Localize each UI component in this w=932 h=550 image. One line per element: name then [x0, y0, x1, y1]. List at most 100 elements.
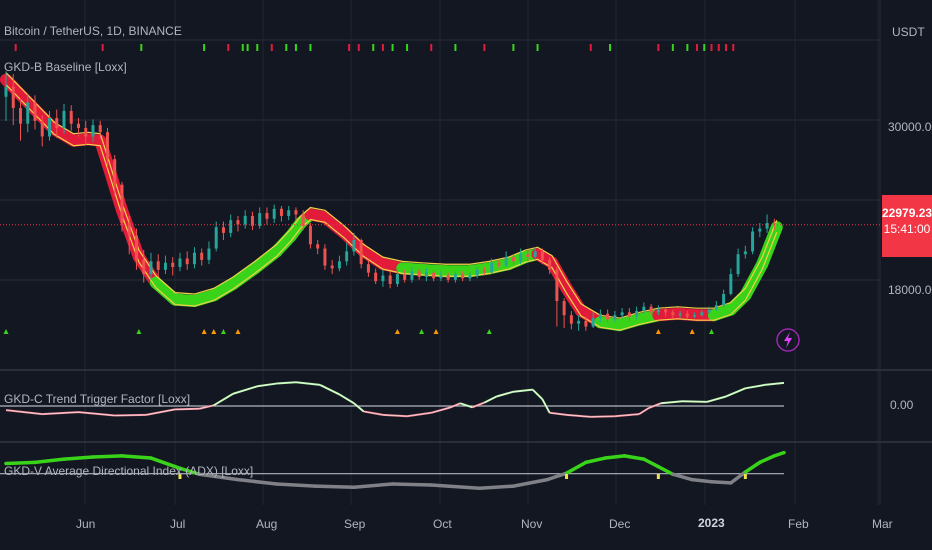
candle-body [113, 159, 117, 185]
signal-tick [686, 44, 689, 51]
adx-segment [642, 457, 661, 469]
candle-body [265, 213, 269, 219]
signal-tick [285, 44, 288, 51]
indicator-ttf-label[interactable]: GKD-C Trend Trigger Factor [Loxx] [4, 392, 190, 406]
signal-triangle [220, 329, 226, 334]
trading-chart[interactable]: Bitcoin / TetherUS, 1D, BINANCE GKD-B Ba… [0, 0, 932, 550]
adx-segment [690, 477, 714, 484]
signal-tick [732, 44, 735, 51]
signal-tick [391, 44, 394, 51]
adx-segment [758, 454, 777, 465]
adx-segment [91, 454, 124, 459]
candle-body [330, 265, 334, 269]
ttf-zero-label: 0.00 [890, 398, 914, 412]
candle-body [765, 223, 769, 229]
adx-segment [564, 460, 588, 475]
signal-triangle [394, 329, 400, 334]
adx-segment [584, 456, 607, 465]
candle-body [345, 251, 349, 262]
candle-body [178, 258, 182, 267]
adx-segment [33, 457, 66, 465]
adx-segment [511, 477, 549, 488]
candle-body [642, 306, 646, 311]
candle-body [221, 227, 225, 233]
candle-body [497, 262, 501, 266]
candle-body [156, 261, 160, 270]
candle-body [192, 252, 196, 265]
candle-body [714, 305, 718, 310]
adx-segment [390, 482, 433, 487]
candle-body [403, 274, 407, 280]
candle-body [613, 315, 617, 320]
candle-body [540, 251, 544, 260]
candle-body [555, 269, 559, 302]
signal-tick [294, 44, 297, 51]
candle-body [33, 102, 37, 121]
candle-body [671, 312, 675, 316]
candle-body [649, 306, 653, 313]
candle-body [707, 309, 711, 313]
adx-segment [120, 454, 153, 460]
adx-segment [429, 483, 482, 491]
candle-body [461, 274, 465, 279]
signal-triangle [486, 329, 492, 334]
signal-tick [348, 44, 351, 51]
candle-body [664, 309, 668, 313]
indicator-adx-label[interactable]: GKD-V Average Directional Index (ADX) [L… [4, 464, 253, 478]
candle-body [635, 310, 639, 317]
signal-tick [512, 44, 515, 51]
time-label: Sep [344, 517, 366, 531]
time-label: Dec [609, 517, 631, 531]
candle-body [171, 262, 175, 267]
candle-body [736, 254, 740, 275]
signal-triangles [3, 329, 715, 334]
candle-body [69, 110, 73, 124]
candle-body [627, 312, 631, 317]
candle-body [337, 261, 341, 269]
lightning-bolt [784, 332, 792, 348]
candle-body [598, 313, 602, 319]
candle-body [410, 271, 414, 280]
candle-body [656, 309, 660, 313]
signal-tick [372, 44, 375, 51]
signal-tick [227, 44, 230, 51]
signal-triangle [419, 329, 425, 334]
price-tick-label: 30000.00 [888, 120, 932, 134]
time-label-year: 2023 [698, 516, 725, 530]
candle-body [91, 125, 95, 137]
price-tick-label: 18000.00 [888, 283, 932, 297]
signal-tick [256, 44, 259, 51]
currency-label: USDT [892, 25, 925, 39]
candle-body [352, 240, 356, 252]
signal-triangle [433, 329, 439, 334]
candle-body [758, 228, 762, 232]
time-label: Jul [170, 517, 186, 531]
candle-body [163, 262, 167, 270]
candle-body [98, 125, 102, 133]
candle-body [26, 102, 30, 124]
candle-body [562, 301, 566, 316]
time-label: Aug [256, 517, 278, 531]
candle-body [287, 210, 291, 216]
time-label: Oct [433, 517, 452, 531]
candle-body [120, 184, 124, 223]
signal-tick [246, 44, 249, 51]
signal-tick [101, 44, 104, 51]
signal-triangle [211, 329, 217, 334]
candle-body [301, 214, 305, 226]
candle-body [258, 213, 262, 226]
candle-body [591, 318, 595, 327]
candle-body [504, 257, 508, 266]
signal-tick [710, 44, 713, 51]
candle-body [468, 275, 472, 279]
signal-tick [406, 44, 409, 51]
candle-body [424, 272, 428, 277]
signal-tick [140, 44, 143, 51]
last-price-badge: 22979.23 15:41:00 [882, 195, 932, 257]
indicator-baseline-label[interactable]: GKD-B Baseline [Loxx] [4, 60, 127, 74]
candle-body [490, 262, 494, 273]
candle-body [200, 252, 204, 260]
candle-body [388, 275, 392, 284]
candle-body [214, 227, 218, 249]
candle-body [55, 118, 59, 128]
